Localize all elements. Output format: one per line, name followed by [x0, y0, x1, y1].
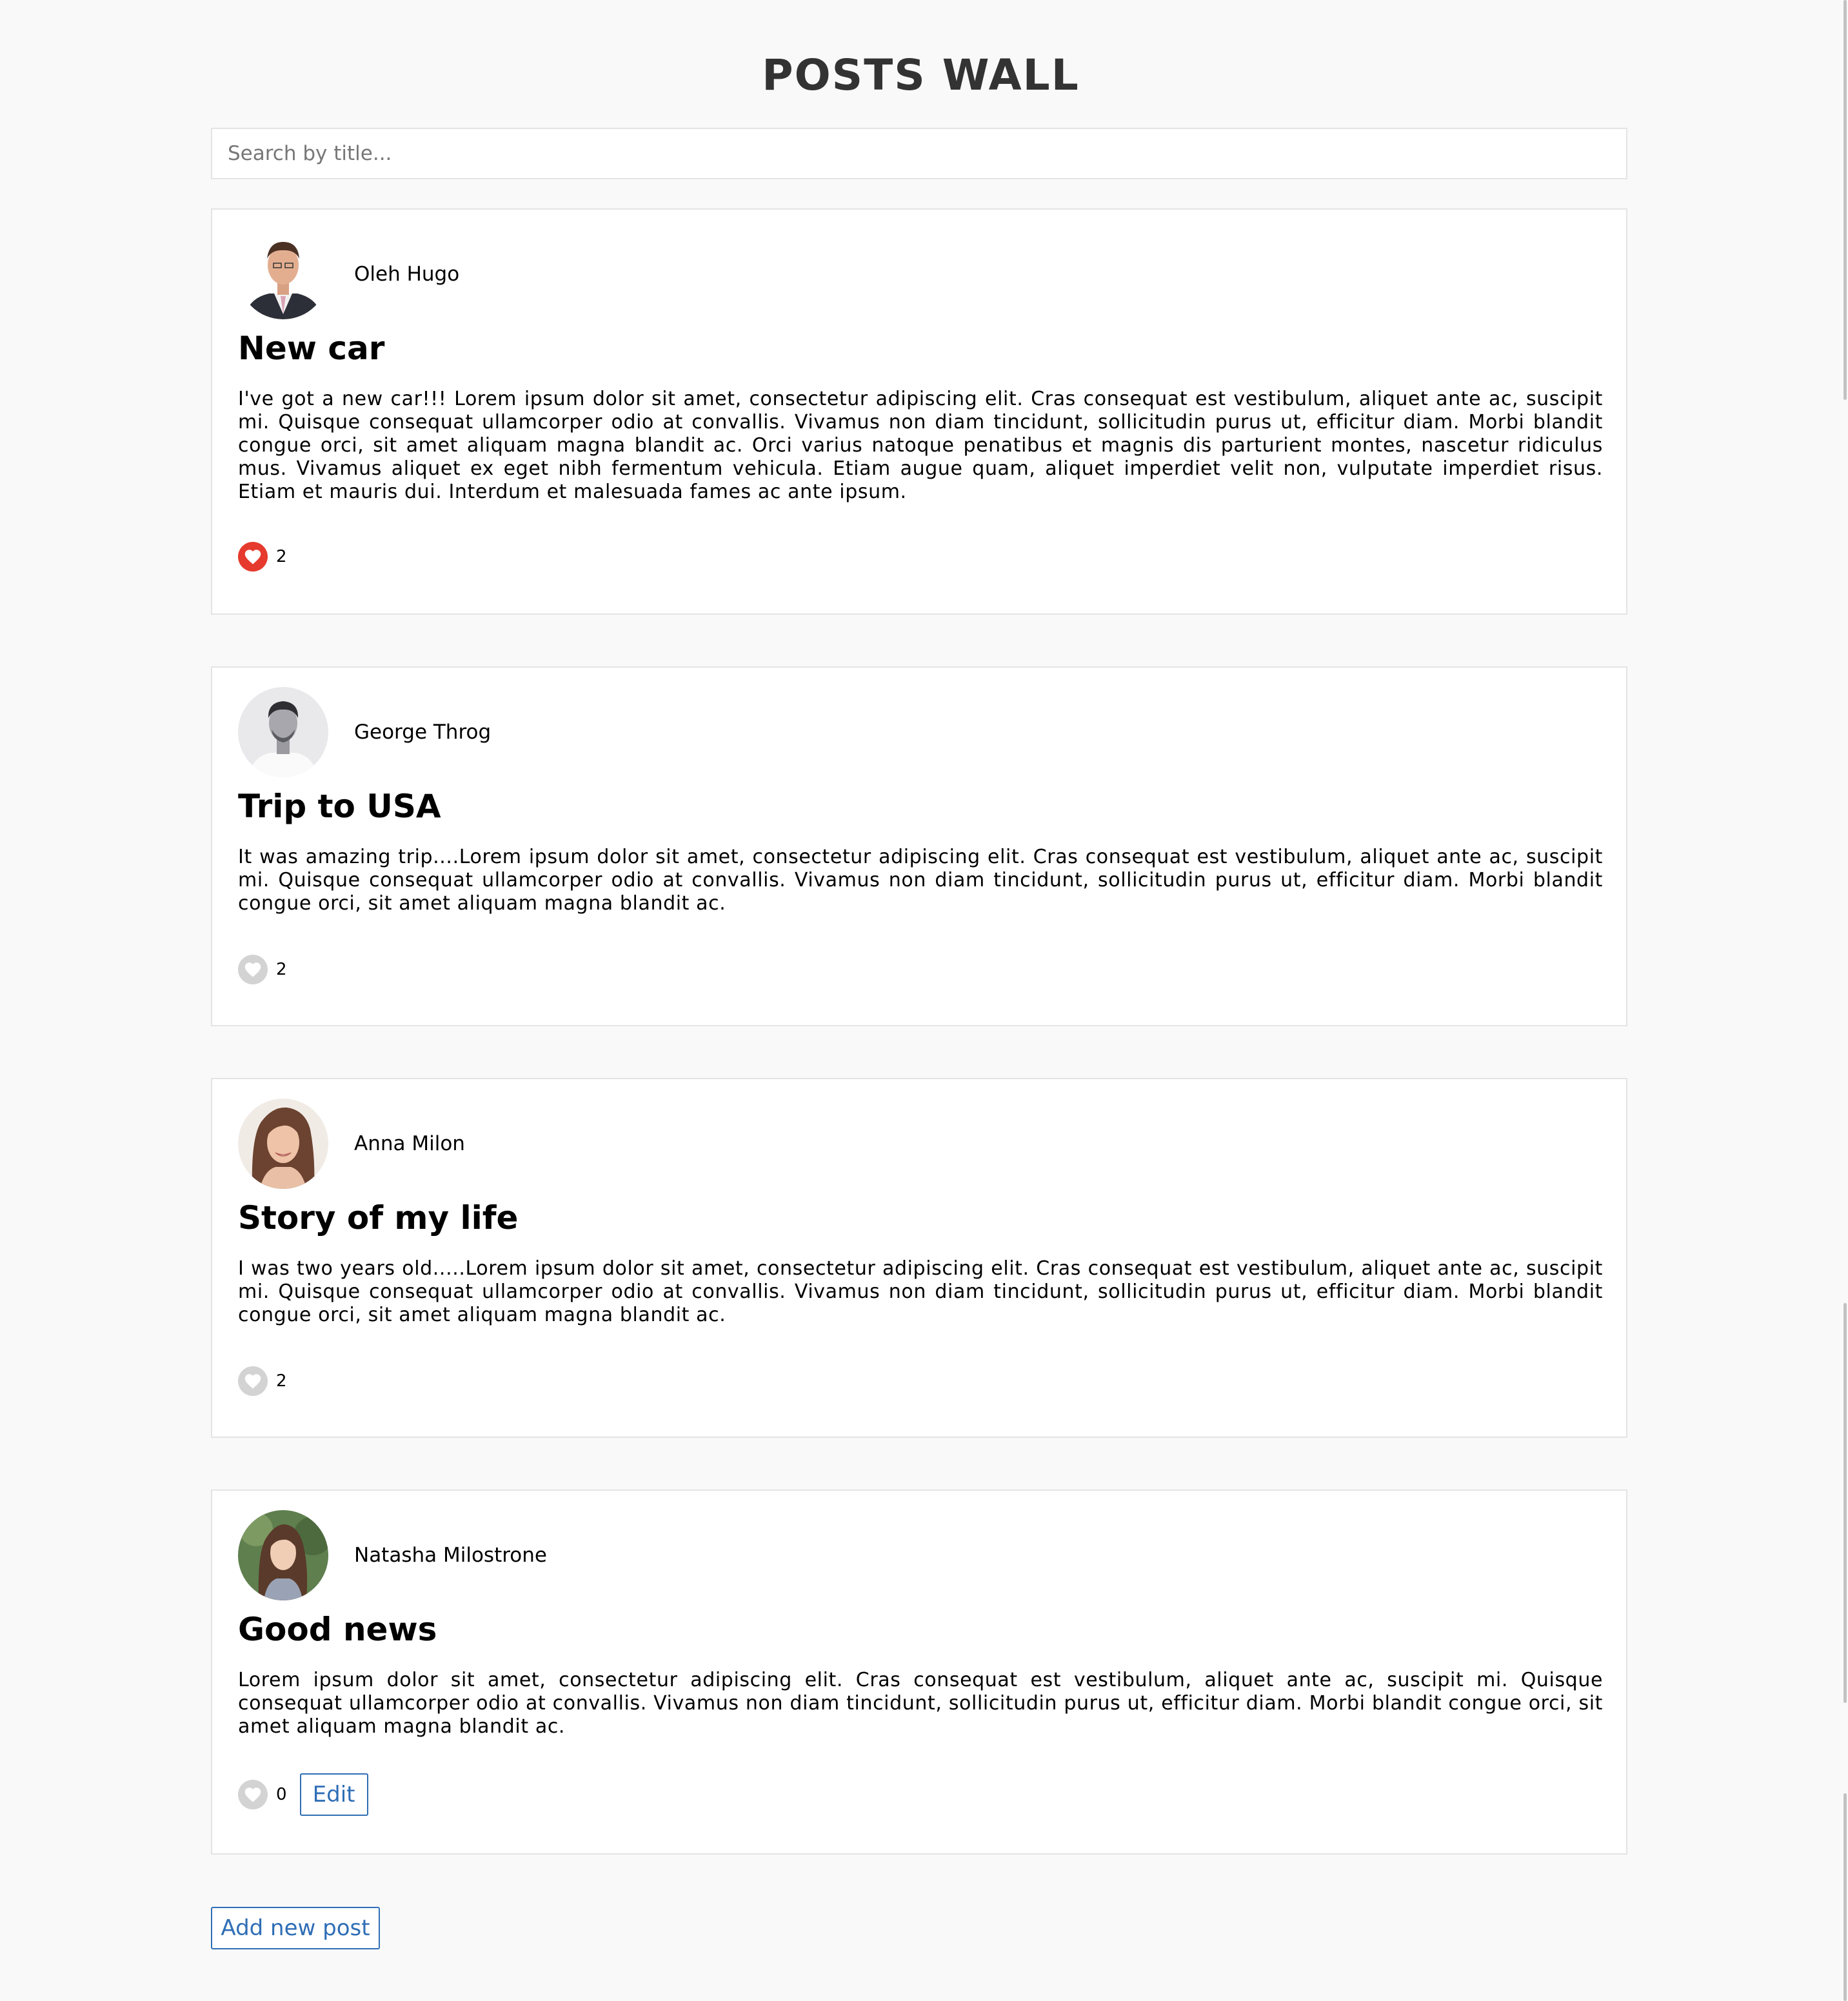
- post-author: Natasha Milostrone: [238, 1510, 547, 1600]
- like-section: 0 Edit: [238, 1773, 368, 1816]
- search-input[interactable]: [211, 128, 1627, 179]
- like-button[interactable]: [238, 542, 268, 572]
- post-card: Natasha Milostrone Good news Lorem ipsum…: [211, 1489, 1627, 1855]
- post-body: I was two years old.....Lorem ipsum dolo…: [238, 1257, 1603, 1326]
- heart-icon: [244, 1374, 261, 1389]
- scrollbar-thumb[interactable]: [1843, 0, 1847, 400]
- post-title: Good news: [238, 1611, 437, 1648]
- author-name: Natasha Milostrone: [354, 1544, 547, 1567]
- scrollbar[interactable]: [1842, 0, 1848, 2001]
- avatar: [238, 229, 328, 319]
- post-card: George Throg Trip to USA It was amazing …: [211, 666, 1627, 1026]
- post-card: Anna Milon Story of my life I was two ye…: [211, 1078, 1627, 1438]
- like-count: 2: [276, 547, 287, 566]
- post-author: Oleh Hugo: [238, 229, 459, 319]
- scrollbar-thumb[interactable]: [1843, 1793, 1847, 2001]
- post-title: Story of my life: [238, 1199, 519, 1237]
- author-name: Anna Milon: [354, 1132, 465, 1155]
- page-title: POSTS WALL: [762, 50, 1080, 100]
- like-button[interactable]: [238, 1780, 268, 1809]
- add-new-post-button[interactable]: Add new post: [211, 1907, 380, 1949]
- avatar: [238, 1099, 328, 1189]
- post-body: I've got a new car!!! Lorem ipsum dolor …: [238, 388, 1603, 503]
- author-name: Oleh Hugo: [354, 263, 460, 286]
- post-body: Lorem ipsum dolor sit amet, consectetur …: [238, 1669, 1603, 1738]
- heart-icon: [244, 1787, 261, 1802]
- like-section: 2: [238, 955, 287, 984]
- scrollbar-thumb[interactable]: [1843, 1303, 1847, 1703]
- post-card: Oleh Hugo New car I've got a new car!!! …: [211, 208, 1627, 615]
- avatar: [238, 687, 328, 777]
- like-section: 2: [238, 1366, 287, 1396]
- like-count: 2: [276, 1371, 287, 1391]
- post-author: George Throg: [238, 687, 491, 777]
- post-body: It was amazing trip....Lorem ipsum dolor…: [238, 846, 1603, 915]
- edit-button[interactable]: Edit: [299, 1773, 368, 1816]
- post-author: Anna Milon: [238, 1099, 465, 1189]
- like-button[interactable]: [238, 955, 268, 984]
- like-button[interactable]: [238, 1366, 268, 1396]
- heart-icon: [244, 962, 261, 977]
- post-title: New car: [238, 330, 385, 367]
- post-title: Trip to USA: [238, 788, 441, 825]
- author-name: George Throg: [354, 721, 492, 744]
- like-count: 0: [276, 1785, 287, 1804]
- like-count: 2: [276, 960, 287, 979]
- avatar: [238, 1510, 328, 1600]
- like-section: 2: [238, 542, 287, 572]
- heart-icon: [244, 550, 261, 564]
